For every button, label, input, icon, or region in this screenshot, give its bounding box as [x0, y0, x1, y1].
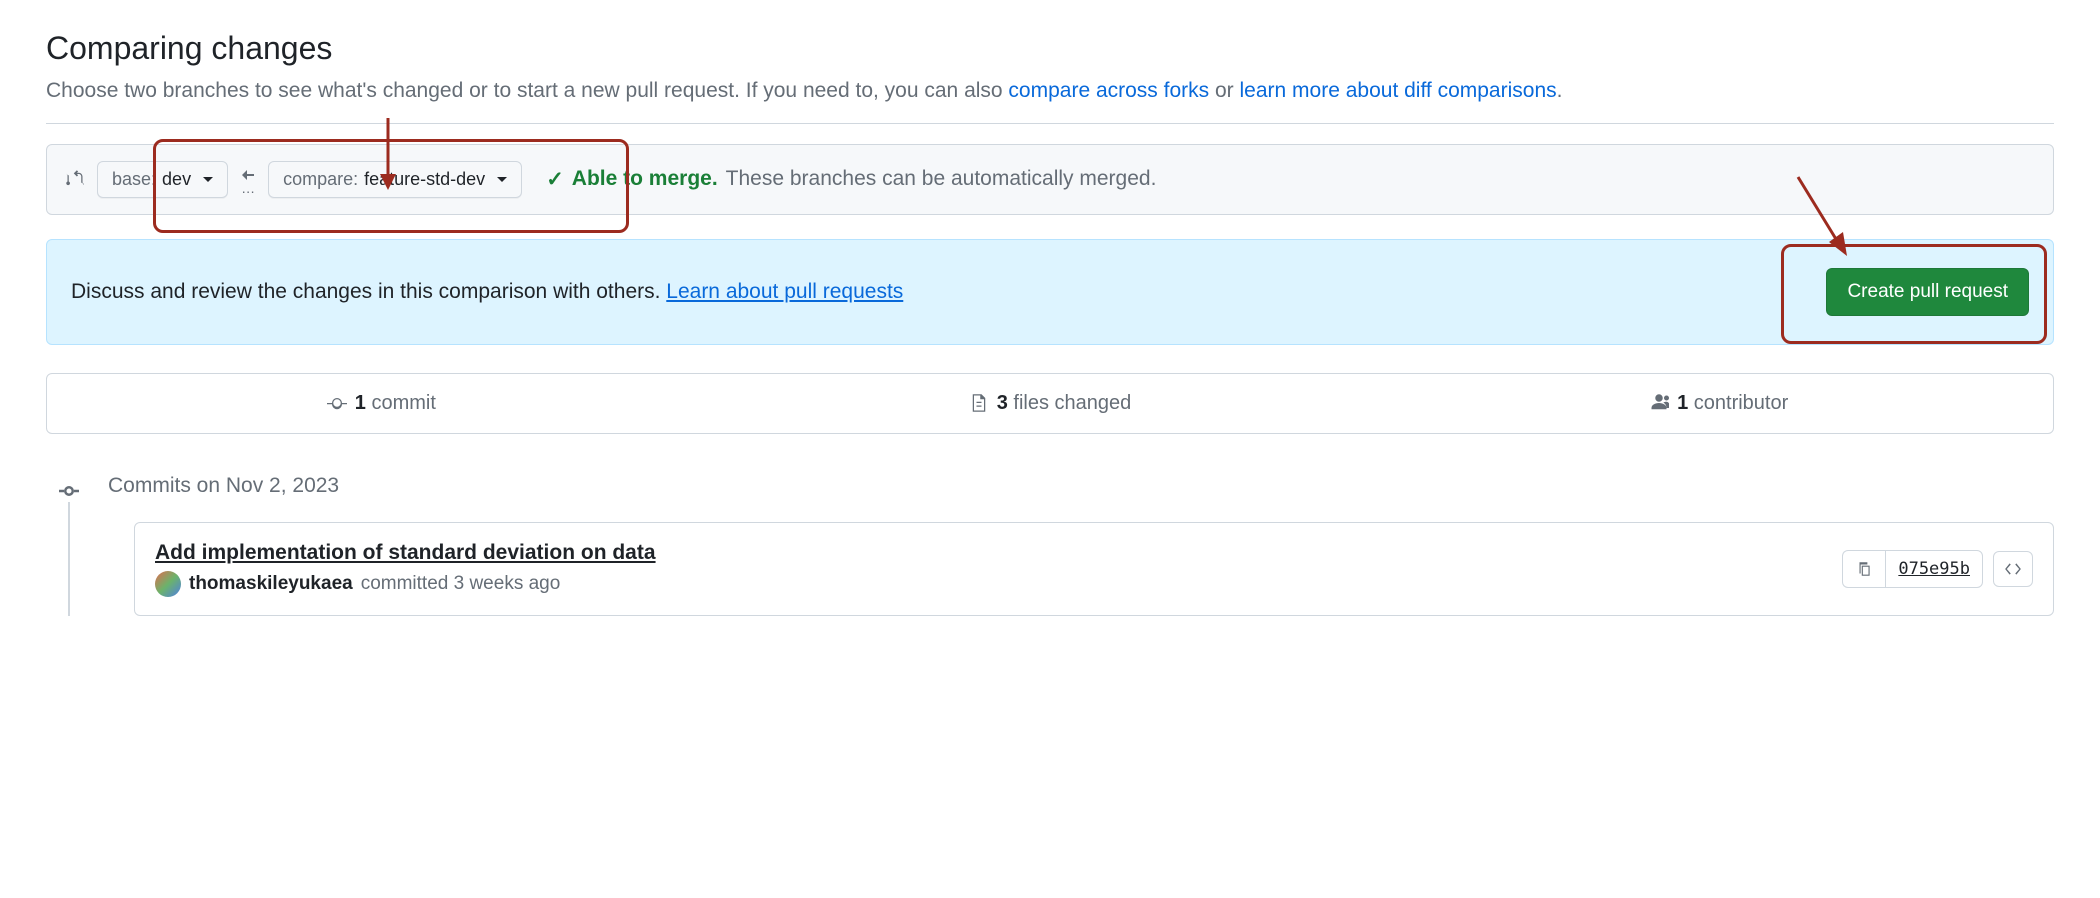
copy-sha-button[interactable]	[1842, 550, 1885, 588]
sha-group: 075e95b	[1842, 550, 1983, 588]
timeline-commit-marker	[58, 480, 80, 502]
compare-forks-link[interactable]: compare across forks	[1008, 79, 1209, 102]
commit-icon	[327, 393, 347, 413]
copy-icon	[1855, 560, 1873, 578]
check-icon: ✓	[546, 167, 564, 192]
page-title: Comparing changes	[46, 30, 2054, 67]
page-subtitle: Choose two branches to see what's change…	[46, 75, 2054, 124]
create-pull-request-button[interactable]: Create pull request	[1826, 268, 2029, 316]
commit-title-link[interactable]: Add implementation of standard deviation…	[155, 541, 656, 565]
commits-label: commit	[371, 392, 435, 414]
files-count: 3	[997, 392, 1008, 414]
commits-count: 1	[355, 392, 366, 414]
merge-able-rest: These branches can be automatically merg…	[726, 167, 1157, 191]
timeline-date: Commits on Nov 2, 2023	[108, 474, 2054, 498]
subtitle-end: .	[1557, 79, 1563, 102]
compare-label: compare:	[283, 169, 358, 190]
stat-commits[interactable]: 1 commit	[47, 374, 716, 433]
code-icon	[2004, 560, 2022, 578]
file-diff-icon	[969, 393, 989, 413]
commit-dot-icon	[59, 481, 79, 501]
discuss-text-body: Discuss and review the changes in this c…	[71, 280, 666, 303]
browse-code-button[interactable]	[1993, 551, 2033, 587]
contrib-label: contributor	[1694, 392, 1789, 414]
stat-files-changed[interactable]: 3 files changed	[716, 374, 1385, 433]
commit-time: committed 3 weeks ago	[361, 573, 561, 595]
files-label: files changed	[1013, 392, 1131, 414]
git-compare-icon	[65, 169, 85, 189]
avatar[interactable]	[155, 571, 181, 597]
diff-comparisons-link[interactable]: learn more about diff comparisons	[1240, 79, 1557, 102]
commit-meta: thomaskileyukaea committed 3 weeks ago	[155, 571, 656, 597]
discuss-box: Discuss and review the changes in this c…	[46, 239, 2054, 345]
contrib-count: 1	[1677, 392, 1688, 414]
caret-down-icon	[497, 177, 507, 182]
merge-able-label: Able to merge.	[572, 167, 718, 191]
subtitle-mid: or	[1215, 79, 1240, 102]
range-editor: base: dev … compare: feature-std-dev ✓ A…	[46, 144, 2054, 215]
learn-pull-requests-link[interactable]: Learn about pull requests	[666, 280, 903, 303]
base-value: dev	[162, 169, 191, 190]
commits-timeline: Commits on Nov 2, 2023 Add implementatio…	[46, 474, 2054, 616]
annotation-arrow-1	[378, 118, 398, 190]
merge-status: ✓ Able to merge. These branches can be a…	[546, 167, 1156, 192]
caret-down-icon	[203, 177, 213, 182]
arrow-left-icon: …	[238, 167, 258, 192]
stat-contributors[interactable]: 1 contributor	[1384, 374, 2053, 433]
people-icon	[1649, 393, 1669, 413]
commit-card: Add implementation of standard deviation…	[134, 522, 2054, 616]
base-label: base:	[112, 169, 156, 190]
stats-bar: 1 commit 3 files changed 1 contributor	[46, 373, 2054, 434]
commit-author-link[interactable]: thomaskileyukaea	[189, 573, 353, 595]
subtitle-text: Choose two branches to see what's change…	[46, 79, 1008, 102]
branch-selectors: base: dev … compare: feature-std-dev	[97, 161, 522, 198]
sha-link[interactable]: 075e95b	[1885, 550, 1983, 588]
base-branch-selector[interactable]: base: dev	[97, 161, 228, 198]
discuss-text: Discuss and review the changes in this c…	[71, 280, 903, 304]
